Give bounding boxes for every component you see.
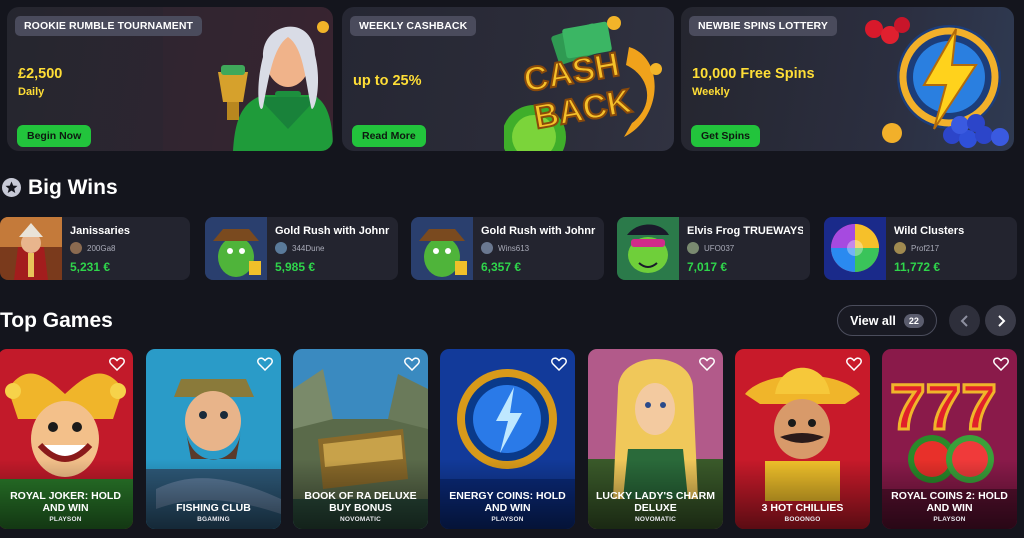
get-spins-button[interactable]: Get Spins xyxy=(691,125,761,147)
gold-rush-thumbnail xyxy=(411,217,473,280)
read-more-button[interactable]: Read More xyxy=(352,125,426,147)
top-games-title: Top Games xyxy=(0,309,113,332)
game-provider: PLAYSON xyxy=(491,516,524,523)
heart-outline-icon[interactable] xyxy=(846,357,862,371)
carousel-prev-button[interactable] xyxy=(949,305,980,336)
wild-clusters-thumbnail xyxy=(824,217,886,280)
win-user-row: UFO037 xyxy=(687,242,734,254)
big-win-card[interactable]: Wild Clusters Prof217 11,772 € xyxy=(824,217,1017,280)
chevron-left-icon xyxy=(960,314,968,327)
chevron-right-icon xyxy=(997,314,1005,327)
game-card[interactable]: LUCKY LADY'S CHARM DELUXE NOVOMATIC xyxy=(588,349,723,529)
game-text: LUCKY LADY'S CHARM DELUXE NOVOMATIC xyxy=(592,490,719,523)
gold-rush-thumbnail xyxy=(205,217,267,280)
heart-outline-icon[interactable] xyxy=(404,357,420,371)
avatar xyxy=(894,242,906,254)
heart-outline-icon[interactable] xyxy=(257,357,273,371)
win-game-name: Janissaries xyxy=(70,225,130,237)
game-text: ROYAL COINS 2: HOLD AND WIN PLAYSON xyxy=(886,490,1013,523)
big-win-card[interactable]: Janissaries 200Ga8 5,231 € xyxy=(0,217,190,280)
win-game-name: Gold Rush with Johnr xyxy=(275,225,390,237)
game-title: BOOK OF RA DELUXE BUY BONUS xyxy=(304,490,417,514)
heart-outline-icon[interactable] xyxy=(993,357,1009,371)
promo-tag: ROOKIE RUMBLE TOURNAMENT xyxy=(15,16,203,36)
elvis-frog-thumbnail xyxy=(617,217,679,280)
win-amount: 6,357 € xyxy=(481,260,522,274)
promo-subtitle: Daily xyxy=(18,86,45,98)
avatar xyxy=(481,242,493,254)
game-title: 3 HOT CHILLIES xyxy=(761,501,844,514)
game-provider: BGAMING xyxy=(197,516,230,523)
game-title: ROYAL JOKER: HOLD AND WIN xyxy=(10,490,121,514)
promo-tag: WEEKLY CASHBACK xyxy=(350,16,477,36)
game-card[interactable]: ENERGY COINS: HOLD AND WIN PLAYSON xyxy=(440,349,575,529)
svg-text:777: 777 xyxy=(890,371,997,443)
win-amount: 7,017 € xyxy=(687,260,728,274)
big-win-card[interactable]: Gold Rush with Johnr 344Dune 5,985 € xyxy=(205,217,398,280)
win-username: Wins613 xyxy=(498,243,530,253)
view-all-count-badge: 22 xyxy=(903,313,924,328)
star-icon xyxy=(2,178,21,197)
big-win-card[interactable]: Elvis Frog TRUEWAYS UFO037 7,017 € xyxy=(617,217,810,280)
game-title: ENERGY COINS: HOLD AND WIN xyxy=(449,490,566,514)
win-username: 200Ga8 xyxy=(87,243,116,253)
win-user-row: Wins613 xyxy=(481,242,529,254)
game-provider: NOVOMATIC xyxy=(634,516,677,523)
big-win-card[interactable]: Gold Rush with Johnr Wins613 6,357 € xyxy=(411,217,604,280)
lightning-fruits-illustration xyxy=(865,17,1009,148)
game-text: FISHING CLUB BGAMING xyxy=(150,501,277,523)
carousel-next-button[interactable] xyxy=(985,305,1016,336)
win-game-name: Wild Clusters xyxy=(894,225,965,237)
heart-outline-icon[interactable] xyxy=(109,357,125,371)
promo-banner-spins-lottery[interactable]: NEWBIE SPINS LOTTERY 10,000 Free Spins W… xyxy=(681,7,1014,151)
win-username: Prof217 xyxy=(911,243,940,253)
game-title: FISHING CLUB xyxy=(176,501,251,514)
promo-banner-cashback[interactable]: CASH BACK WEEKLY CASHBACK up to 25% Read… xyxy=(342,7,674,151)
game-card[interactable]: 3 HOT CHILLIES BOOONGO xyxy=(735,349,870,529)
janissaries-thumbnail xyxy=(0,217,62,280)
game-card[interactable]: ROYAL JOKER: HOLD AND WIN PLAYSON xyxy=(0,349,133,529)
cashback-illustration: CASH BACK xyxy=(504,16,662,151)
big-wins-title: Big Wins xyxy=(28,176,118,199)
view-all-label: View all xyxy=(850,313,896,328)
game-card[interactable]: FISHING CLUB BGAMING xyxy=(146,349,281,529)
win-amount: 5,985 € xyxy=(275,260,316,274)
game-text: ENERGY COINS: HOLD AND WIN PLAYSON xyxy=(444,490,571,523)
promo-amount: £2,500 xyxy=(18,66,63,82)
win-username: UFO037 xyxy=(704,243,735,253)
game-title: ROYAL COINS 2: HOLD AND WIN xyxy=(891,490,1008,514)
promo-banner-tournament[interactable]: ROOKIE RUMBLE TOURNAMENT £2,500 Daily Be… xyxy=(7,7,333,151)
promo-amount: 10,000 Free Spins xyxy=(692,66,815,82)
game-card[interactable]: BOOK OF RA DELUXE BUY BONUS NOVOMATIC xyxy=(293,349,428,529)
game-text: 3 HOT CHILLIES BOOONGO xyxy=(739,501,866,523)
game-text: BOOK OF RA DELUXE BUY BONUS NOVOMATIC xyxy=(297,490,424,523)
win-user-row: 200Ga8 xyxy=(70,242,115,254)
game-card[interactable]: 777 ROYAL COINS 2: HOLD AND WIN PLAYSON xyxy=(882,349,1017,529)
promo-tag: NEWBIE SPINS LOTTERY xyxy=(689,16,837,36)
promo-amount: up to 25% xyxy=(353,73,422,89)
win-game-name: Gold Rush with Johnr xyxy=(481,225,596,237)
heart-outline-icon[interactable] xyxy=(551,357,567,371)
win-user-row: 344Dune xyxy=(275,242,324,254)
avatar xyxy=(275,242,287,254)
game-provider: PLAYSON xyxy=(933,516,966,523)
promo-subtitle: Weekly xyxy=(692,86,730,98)
game-provider: BOOONGO xyxy=(784,516,821,523)
avatar xyxy=(687,242,699,254)
avatar xyxy=(70,242,82,254)
view-all-button[interactable]: View all 22 xyxy=(837,305,937,336)
game-title: LUCKY LADY'S CHARM DELUXE xyxy=(596,490,715,514)
win-game-name: Elvis Frog TRUEWAYS xyxy=(687,225,803,237)
game-provider: PLAYSON xyxy=(49,516,82,523)
win-user-row: Prof217 xyxy=(894,242,939,254)
game-provider: NOVOMATIC xyxy=(339,516,382,523)
game-text: ROYAL JOKER: HOLD AND WIN PLAYSON xyxy=(2,490,129,523)
win-username: 344Dune xyxy=(292,243,325,253)
win-amount: 11,772 € xyxy=(894,260,941,274)
begin-now-button[interactable]: Begin Now xyxy=(17,125,92,147)
heart-outline-icon[interactable] xyxy=(699,357,715,371)
win-amount: 5,231 € xyxy=(70,260,111,274)
